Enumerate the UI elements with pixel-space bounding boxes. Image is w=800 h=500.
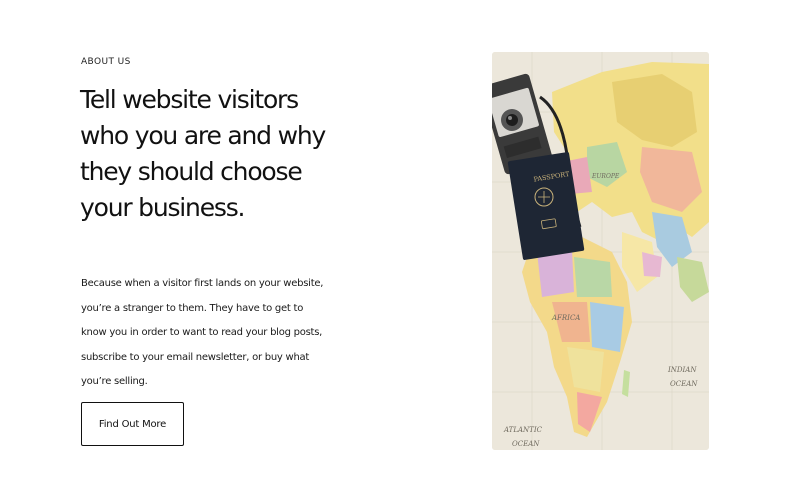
svg-text:EUROPE: EUROPE [591, 173, 620, 180]
travel-map-photo: PASSPORT EUROPE AFRICA INDIAN OCEAN ATLA… [492, 52, 709, 450]
svg-text:OCEAN: OCEAN [512, 440, 540, 448]
travel-map-illustration: PASSPORT EUROPE AFRICA INDIAN OCEAN ATLA… [492, 52, 709, 450]
svg-text:INDIAN: INDIAN [667, 366, 697, 374]
section-body-text: Because when a visitor first lands on yo… [81, 278, 324, 387]
section-headline: Tell website visitors who you are and wh… [80, 85, 326, 222]
svg-text:OCEAN: OCEAN [670, 380, 698, 388]
find-out-more-button[interactable]: Find Out More [81, 402, 184, 446]
svg-text:AFRICA: AFRICA [551, 314, 580, 322]
svg-text:ATLANTIC: ATLANTIC [503, 426, 543, 434]
about-section: ABOUT US Tell website visitors who you a… [0, 0, 800, 500]
section-eyebrow: ABOUT US [81, 57, 131, 67]
